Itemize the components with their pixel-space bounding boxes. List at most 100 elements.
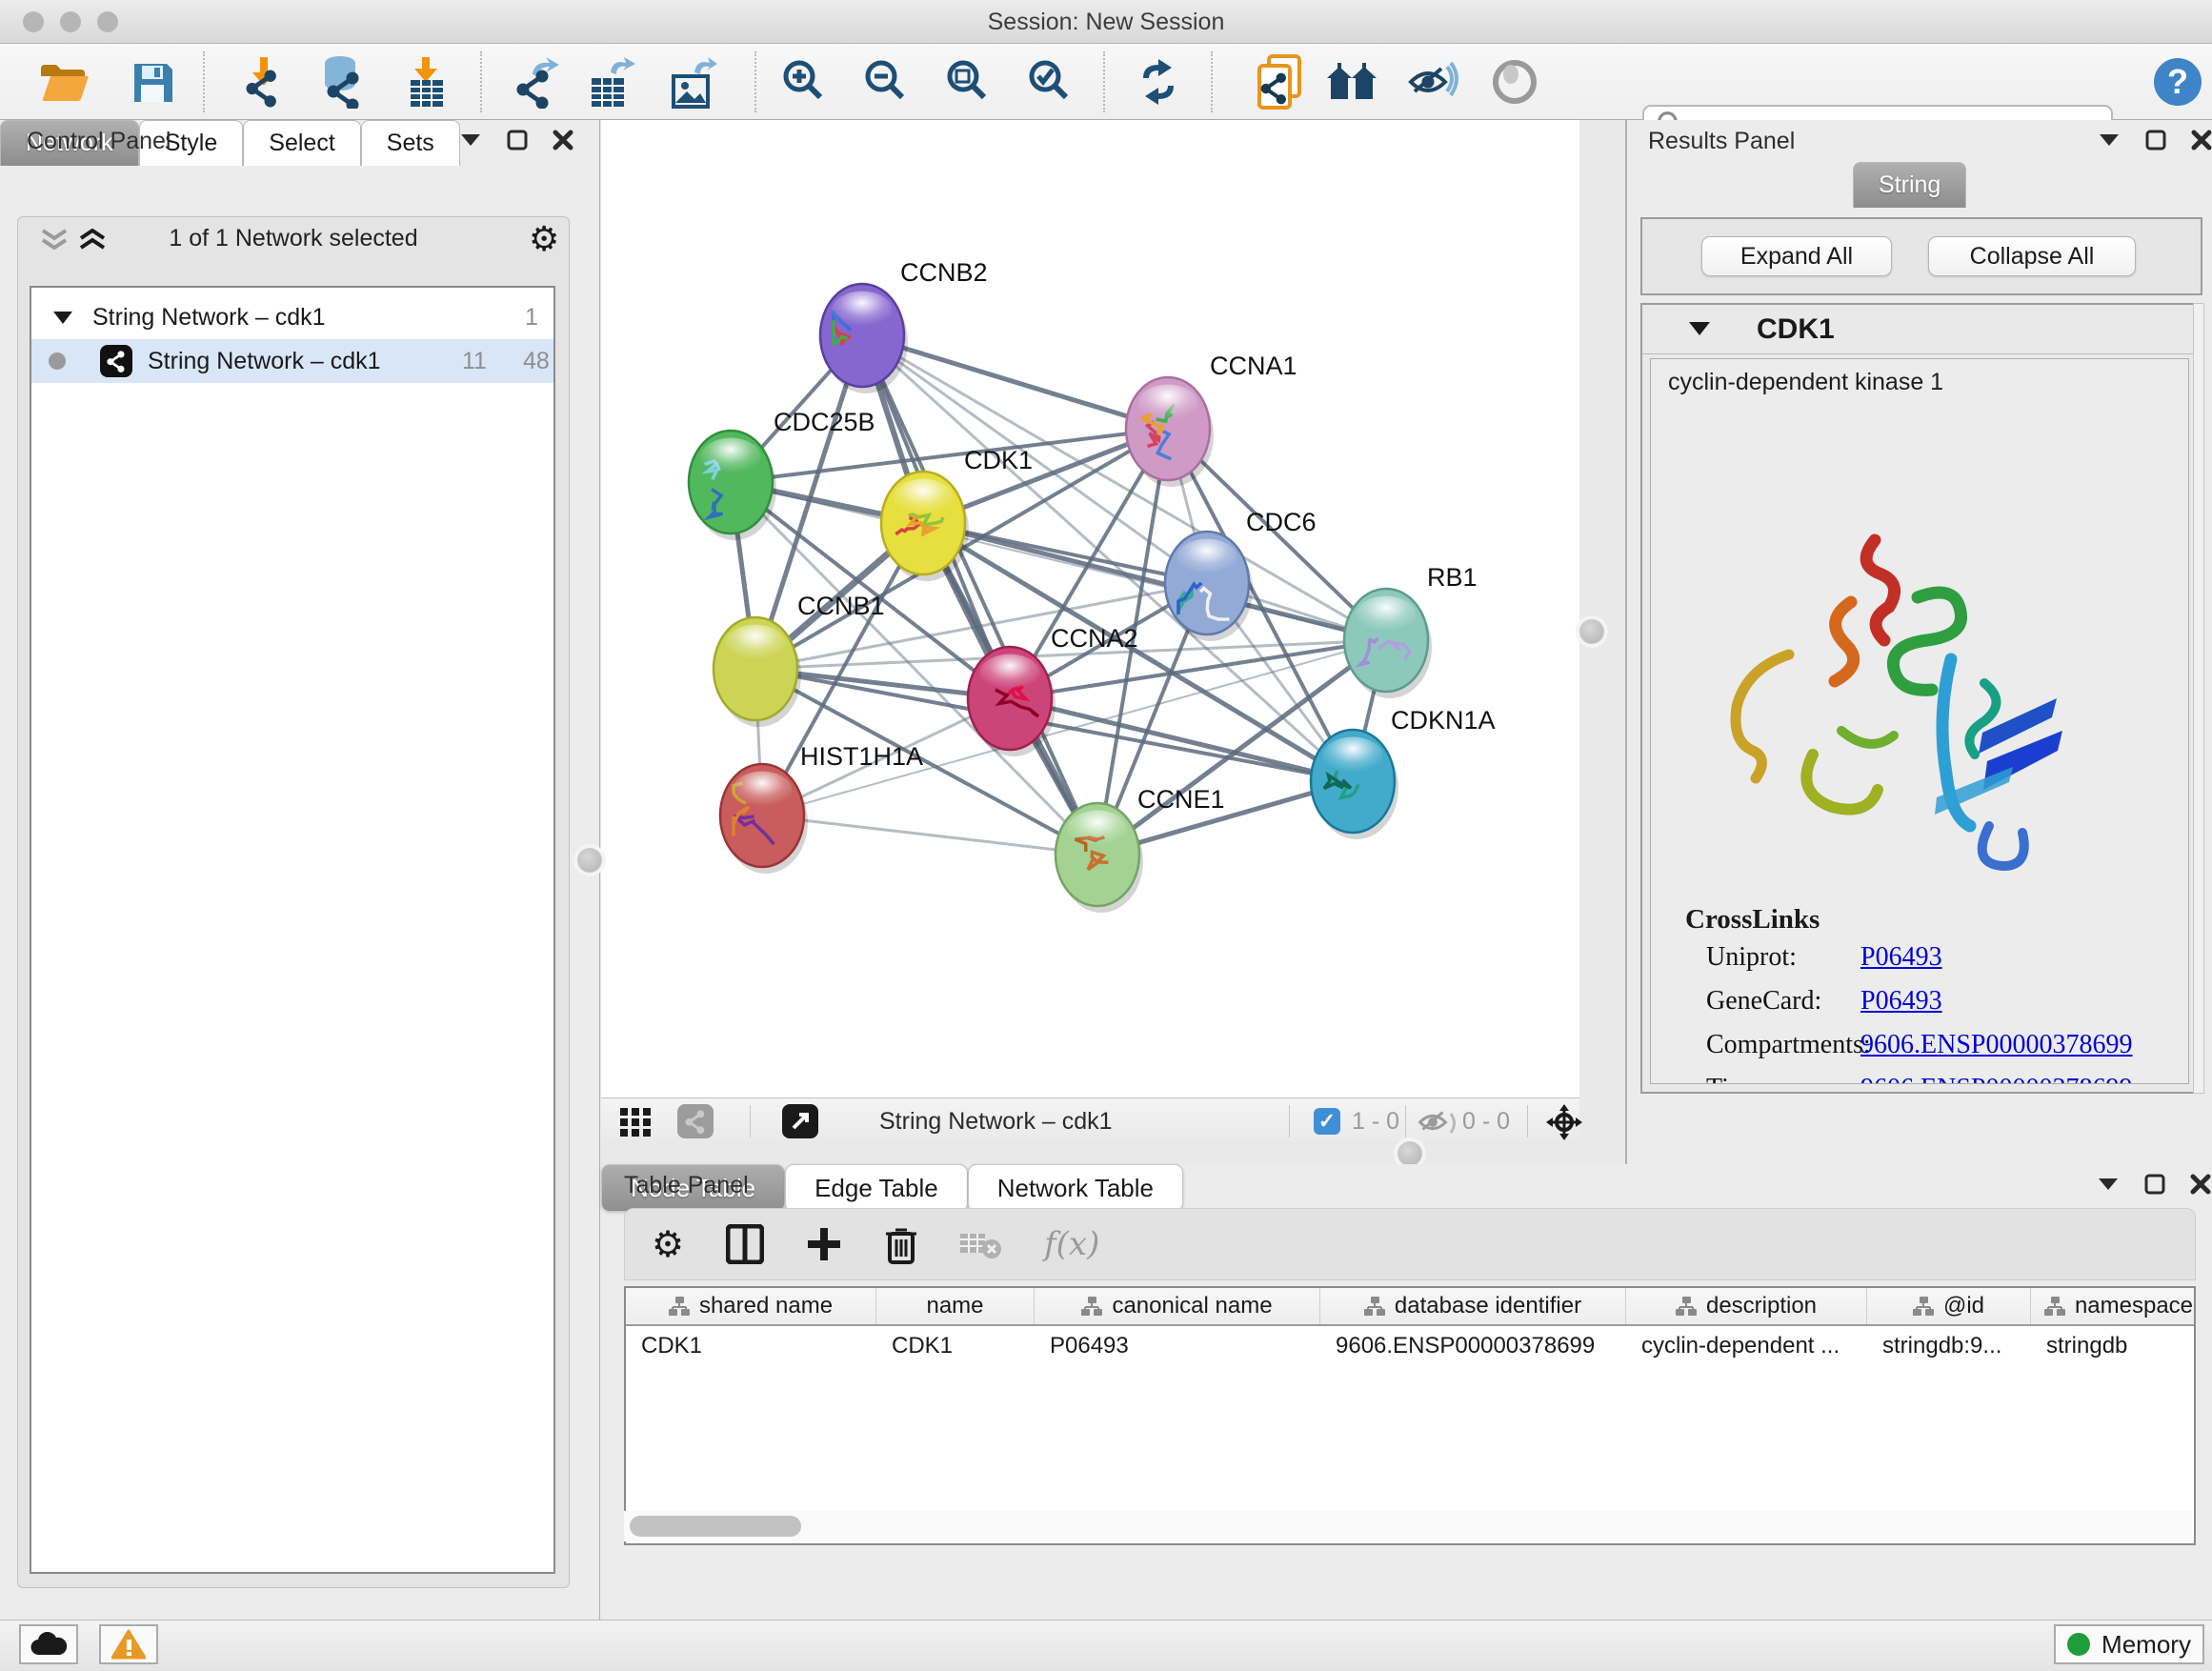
control-panel-maximize-icon[interactable] [507,130,528,151]
hide-unhide-eye-slash-icon[interactable] [1405,55,1458,109]
delete-table-icon[interactable] [960,1228,1002,1260]
control-panel-float-icon[interactable] [459,132,482,148]
function-builder-icon[interactable]: f(x) [1044,1225,1099,1263]
node-RB1[interactable]: RB1 [1344,563,1478,698]
import-network-database-icon[interactable] [313,55,367,109]
show-all-sphere-icon[interactable] [1488,55,1541,109]
node-label-RB1: RB1 [1427,563,1478,592]
tab-string[interactable]: String [1853,162,1966,208]
right-splitter-handle[interactable] [1579,619,1604,644]
column-header-name[interactable]: name [876,1288,1035,1324]
zoom-out-icon[interactable] [860,55,914,109]
edge-HIST1H1A-CCNE1[interactable] [762,815,1097,855]
refresh-icon[interactable] [1132,55,1185,109]
node-CDC6[interactable]: CDC6 [1165,508,1317,641]
expand-all-button[interactable]: Expand All [1701,236,1892,276]
network-view-icon[interactable] [677,1104,714,1138]
node-label-CDK1: CDK1 [964,446,1033,474]
cloud-button[interactable] [19,1624,78,1664]
detach-view-icon[interactable] [782,1104,818,1138]
crosslink-link[interactable]: P06493 [1860,986,1942,1017]
memory-button[interactable]: Memory [2054,1624,2204,1664]
collection-expander-icon[interactable] [52,311,73,326]
result-entry-cdk1: CDK1 cyclin-dependent kinase 1 [1640,303,2202,1094]
table-row[interactable]: CDK1CDK1P064939606.ENSP00000378699cyclin… [626,1326,2194,1366]
cell-name[interactable]: CDK1 [876,1333,1035,1359]
export-image-icon[interactable] [665,55,718,109]
memory-status-dot [2067,1633,2090,1656]
grid-view-icon[interactable] [620,1108,664,1137]
export-network-icon[interactable] [507,55,560,109]
delete-column-icon[interactable] [884,1224,918,1264]
node-CDKN1A[interactable]: CDKN1A [1311,706,1496,839]
tab-select[interactable]: Select [243,120,360,166]
control-panel-close-icon[interactable] [553,130,573,151]
crosslink-link[interactable]: 9606.ENSP00000378699 [1860,1074,2132,1084]
show-columns-icon[interactable] [726,1224,764,1264]
column-header-namespace[interactable]: namespace [2031,1288,2196,1324]
table-options-gear-icon[interactable]: ⚙ [652,1223,684,1266]
results-scrollbar[interactable] [2193,303,2204,1094]
left-splitter-handle[interactable] [577,848,602,873]
column-type-icon [1364,1297,1385,1316]
cell-database-identifier[interactable]: 9606.ENSP00000378699 [1320,1333,1626,1359]
network-row-selected[interactable]: String Network – cdk1 11 48 [31,339,553,383]
crosslink-link[interactable]: 9606.ENSP00000378699 [1860,1030,2132,1060]
edge-CCNB2-CCNA1[interactable] [862,335,1168,429]
warning-button[interactable] [99,1624,158,1664]
separator [1289,1105,1290,1137]
column-type-icon [1081,1297,1102,1316]
birds-eye-crosshair-icon[interactable] [1546,1104,1582,1140]
network-collection-row[interactable]: String Network – cdk1 1 [31,295,553,339]
zoom-selected-icon[interactable] [1024,55,1077,109]
table-hscrollbar[interactable] [624,1511,2192,1541]
add-column-icon[interactable] [806,1226,842,1262]
network-options-gear-icon[interactable]: ⚙ [529,219,559,259]
cell-canonical-name[interactable]: P06493 [1035,1333,1320,1359]
node-table[interactable]: shared namenamecanonical namedatabase id… [624,1286,2196,1545]
cell-shared-name[interactable]: CDK1 [626,1333,876,1359]
entry-collapse-icon[interactable] [1688,321,1711,337]
export-table-icon[interactable] [583,55,636,109]
network-canvas[interactable]: CCNB2CCNA1CDC25BCDK1CDC6RB1CCNB1CCNA2CDK… [601,120,1579,1097]
node-CCNA1[interactable]: CCNA1 [1126,352,1297,487]
results-panel-maximize-icon[interactable] [2145,130,2166,151]
table-panel-float-icon[interactable] [2097,1177,2120,1192]
column-header-canonical-name[interactable]: canonical name [1035,1288,1320,1324]
help-icon[interactable]: ? [2151,55,2204,109]
column-header--id[interactable]: @id [1867,1288,2031,1324]
string-network-icon [100,345,132,377]
new-network-from-selection-icon[interactable] [1254,55,1307,109]
column-header-database-identifier[interactable]: database identifier [1320,1288,1626,1324]
open-file-icon[interactable] [37,55,90,109]
node-CCNE1[interactable]: CCNE1 [1056,785,1225,913]
tab-sets[interactable]: Sets [361,120,460,166]
network-row-label: String Network – cdk1 [148,348,381,375]
tab-edge-table[interactable]: Edge Table [785,1164,968,1212]
column-header-description[interactable]: description [1626,1288,1867,1324]
cell-namespace[interactable]: stringdb [2031,1333,2196,1359]
separator [1527,1105,1528,1137]
zoom-fit-icon[interactable] [942,55,995,109]
hidden-count-eye-icon[interactable] [1418,1108,1458,1138]
crosslink-row: Compartments:9606.ENSP00000378699 [1706,1030,2182,1060]
table-panel-maximize-icon[interactable] [2144,1174,2165,1195]
table-hscrollbar-thumb[interactable] [630,1516,801,1537]
first-neighbors-houses-icon[interactable] [1325,55,1378,109]
node-HIST1H1A[interactable]: HIST1H1A [720,742,923,874]
import-table-file-icon[interactable] [399,55,452,109]
results-panel-close-icon[interactable] [2191,130,2212,151]
cell--id[interactable]: stringdb:9... [1867,1333,2031,1359]
cell-description[interactable]: cyclin-dependent ... [1626,1333,1867,1359]
import-network-file-icon[interactable] [237,55,291,109]
bottom-splitter-handle[interactable] [1398,1141,1422,1166]
selected-count-checkbox[interactable]: ✓ [1314,1108,1340,1135]
collapse-all-button[interactable]: Collapse All [1928,236,2136,276]
results-panel-float-icon[interactable] [2098,132,2121,148]
tab-network-table[interactable]: Network Table [968,1164,1183,1212]
table-panel-close-icon[interactable] [2190,1174,2211,1195]
crosslink-link[interactable]: P06493 [1860,942,1942,973]
zoom-in-icon[interactable] [778,55,832,109]
save-session-icon[interactable] [126,55,179,109]
column-header-shared-name[interactable]: shared name [626,1288,876,1324]
